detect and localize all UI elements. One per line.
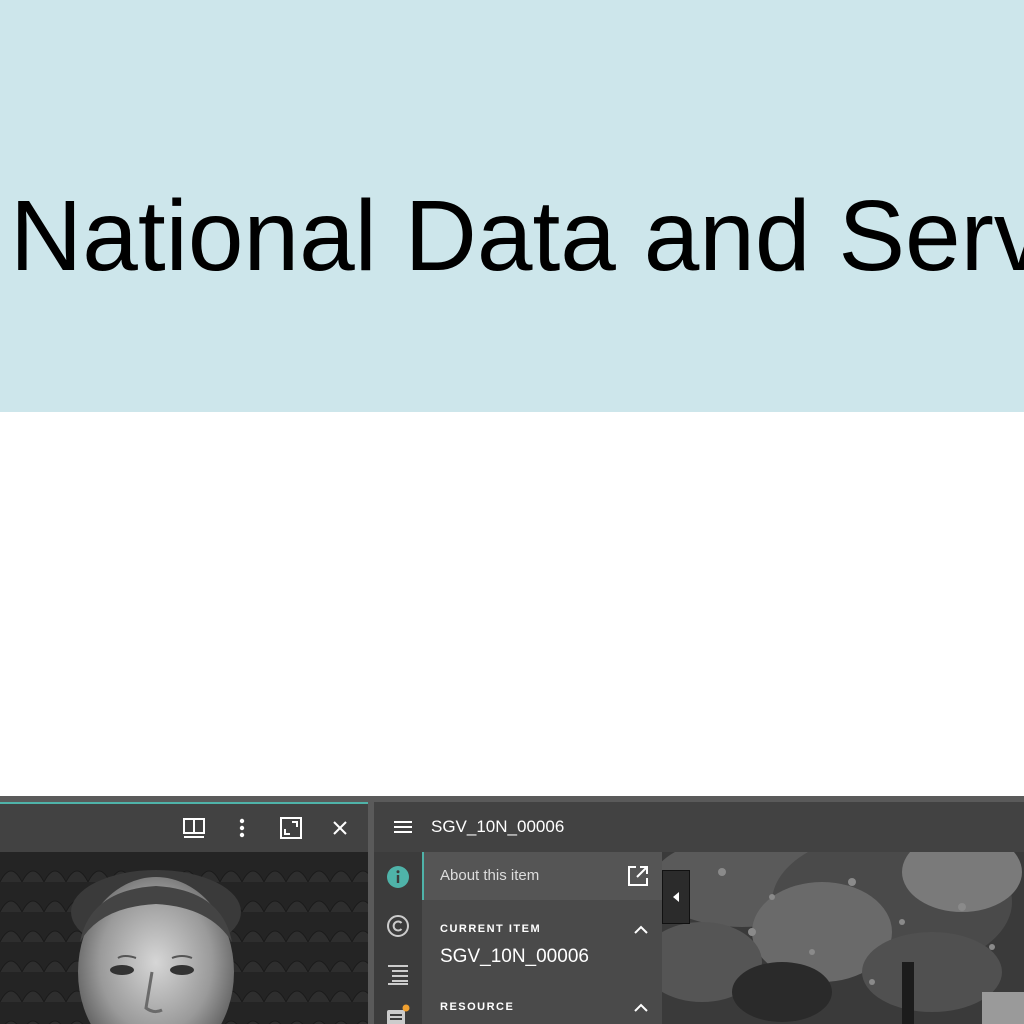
hamburger-icon xyxy=(394,821,412,833)
close-window-button[interactable] xyxy=(326,814,354,842)
split-view-button[interactable] xyxy=(180,814,208,842)
split-view-icon xyxy=(183,818,205,838)
info-panel: About this item CURRENT ITEM SGV_10N_000… xyxy=(422,852,662,1024)
window-toolbar-right: SGV_10N_00006 xyxy=(374,802,1024,852)
notification-badge xyxy=(402,1004,410,1012)
tree-photo xyxy=(662,852,1024,1024)
maximize-window-button[interactable] xyxy=(277,814,305,842)
about-item-header: About this item xyxy=(422,852,662,900)
window-menu-toggle[interactable] xyxy=(390,815,416,839)
sidebar-tab-rights[interactable] xyxy=(384,912,412,940)
sidebar-tab-annotations[interactable] xyxy=(384,1002,412,1024)
annotations-icon xyxy=(387,1004,410,1024)
canvas-image-right[interactable] xyxy=(662,852,1024,1024)
sidebar-tab-info[interactable] xyxy=(384,863,412,891)
collapse-sidebar-button[interactable] xyxy=(662,870,690,924)
page-blank-area xyxy=(0,412,1024,796)
window-title: SGV_10N_00006 xyxy=(431,817,565,836)
window-toolbar-left xyxy=(0,804,368,852)
site-banner: National Data and Serv xyxy=(0,0,1024,412)
image-viewer: SGV_10N_00006 About this item CURRENT IT… xyxy=(0,796,1024,1024)
info-icon xyxy=(387,866,409,888)
canvas-image-left[interactable] xyxy=(0,852,368,1024)
more-vert-icon xyxy=(239,818,245,838)
sidebar-tab-index[interactable] xyxy=(384,960,412,988)
caret-left-icon xyxy=(673,892,679,902)
close-icon xyxy=(333,821,347,835)
current-item-value: SGV_10N_00006 xyxy=(440,946,589,967)
portrait-photo xyxy=(0,852,368,1024)
sidebar-icon-rail xyxy=(374,852,422,1024)
fullscreen-icon xyxy=(280,817,302,839)
about-item-label: About this item xyxy=(440,867,540,884)
resource-heading: RESOURCE xyxy=(440,1001,515,1013)
open-in-new-icon xyxy=(628,866,648,886)
viewer-window-left xyxy=(0,802,368,1024)
site-title: National Data and Serv xyxy=(10,180,1024,292)
open-external-button[interactable] xyxy=(626,864,650,888)
toc-icon xyxy=(388,965,408,985)
current-item-heading: CURRENT ITEM xyxy=(440,923,542,935)
window-menu-button[interactable] xyxy=(228,814,256,842)
viewer-window-right: SGV_10N_00006 About this item CURRENT IT… xyxy=(374,802,1024,1024)
resource-collapse-button[interactable] xyxy=(632,999,650,1017)
chevron-up-icon xyxy=(634,1003,648,1012)
copyright-icon xyxy=(387,915,409,937)
chevron-up-icon xyxy=(634,925,648,934)
current-item-collapse-button[interactable] xyxy=(632,921,650,939)
